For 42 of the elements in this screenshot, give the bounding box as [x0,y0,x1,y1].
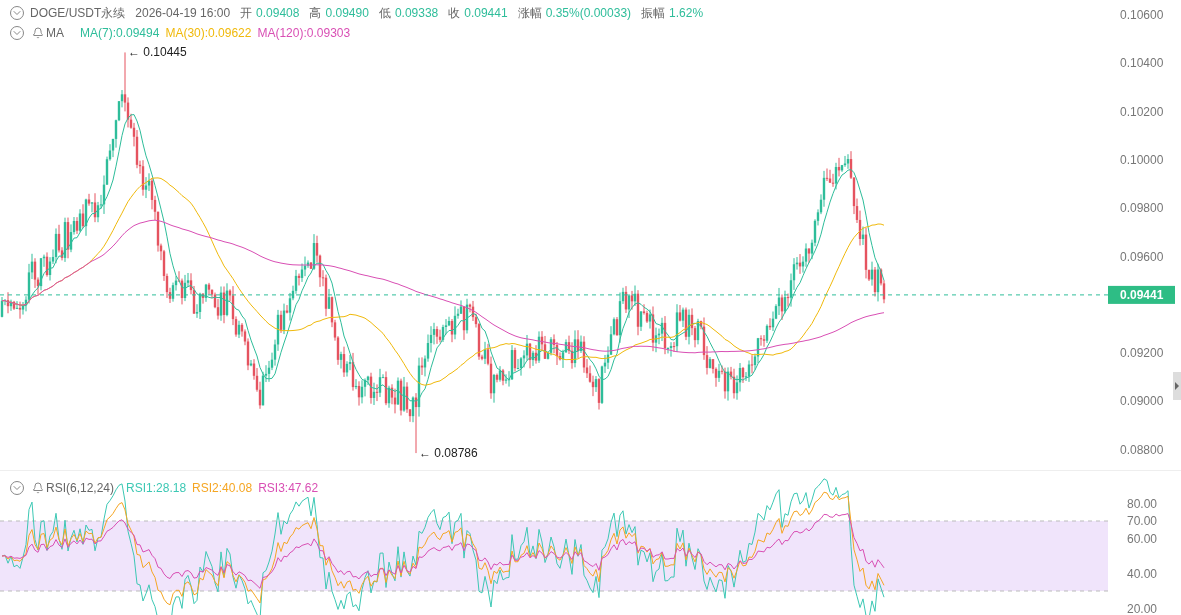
field-value: 1.62% [669,5,704,22]
price-axis-label: 0.09200 [1120,346,1164,361]
price-axis-label: 0.10200 [1120,104,1164,119]
rsi-axis-label: 70.00 [1127,514,1158,528]
bell-icon[interactable] [32,482,44,494]
field-label: 振幅 [641,5,666,22]
price-axis-label: 0.09000 [1120,394,1164,409]
field-value: 0.09490 [325,5,369,22]
indicator-value: MA(7):0.09494 [80,25,160,42]
indicator-name: MA [46,25,64,42]
price-axis-label: 0.09800 [1120,201,1164,216]
bell-icon[interactable] [32,27,44,39]
scroll-handle-icon[interactable] [1173,372,1181,400]
indicator-value: RSI3:47.62 [258,480,319,497]
low-price-marker: ← 0.08786 [419,446,478,461]
high-price-marker: ← 0.10445 [128,45,187,60]
symbol-name: DOGE/USDT永续 [30,5,126,22]
price-axis-label: 0.09600 [1120,249,1164,264]
price-axis-label: 0.10400 [1120,56,1164,71]
price-axis-label: 0.10600 [1120,8,1164,22]
field-label: 涨幅 [517,5,542,22]
field-value: 0.35%(0.00033) [545,5,632,22]
field-value: 0.09441 [464,5,508,22]
rsi-axis-label: 40.00 [1127,566,1158,581]
field-label: 收 [448,5,461,22]
rsi-axis-label: 60.00 [1127,531,1158,546]
field-label: 高 [309,5,322,22]
indicator-value: MA(120):0.09303 [257,25,351,42]
price-axis-label: 0.08800 [1120,442,1164,457]
field-value: 0.09408 [256,5,300,22]
rsi-axis-label: 20.00 [1127,601,1158,615]
field-value: 0.09338 [394,5,439,22]
indicator-value: RSI1:28.18 [126,480,187,497]
price-axis-label: 0.10000 [1120,152,1164,167]
last-price-label: 0.09441 [1108,285,1175,304]
indicator-value: RSI2:40.08 [192,480,253,497]
indicator-name: RSI(6,12,24) [46,480,115,497]
rsi-axis-label: 80.00 [1127,496,1158,511]
candle-time: 2026-04-19 16:00 [135,5,231,22]
field-label: 低 [378,5,391,22]
indicator-value: MA(30):0.09622 [165,25,252,42]
field-label: 开 [240,5,253,22]
